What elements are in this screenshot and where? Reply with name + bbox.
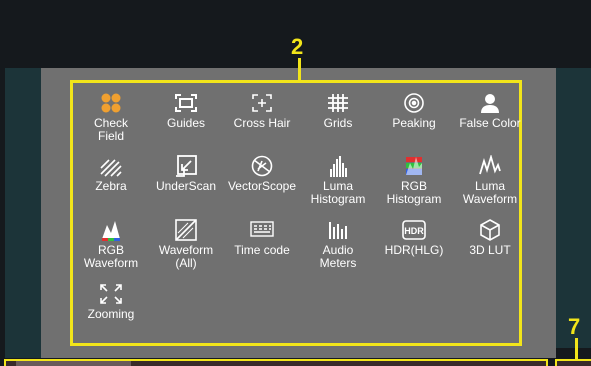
peaking-icon [401, 92, 427, 114]
waveform-all-icon [173, 219, 199, 241]
time-code-icon [249, 219, 275, 241]
menu-item-zebra[interactable]: Zebra [73, 155, 149, 193]
menu-item-label: HDR(HLG) [384, 243, 444, 257]
menu-item-luma-histogram[interactable]: Luma Histogram [300, 155, 376, 206]
menu-item-rgb-histogram[interactable]: RGB Histogram [376, 155, 452, 206]
menu-item-label: Luma Waveform [462, 179, 518, 206]
menu-item-peaking[interactable]: Peaking [376, 92, 452, 130]
menu-item-label: RGB Histogram [386, 179, 442, 206]
menu-item-time-code[interactable]: Time code [224, 219, 300, 257]
callout-number-7: 7 [568, 314, 581, 339]
background-video-right [556, 68, 591, 348]
underscan-icon [173, 155, 199, 177]
menu-item-label: Check Field [93, 116, 128, 143]
menu-item-waveform-all[interactable]: Waveform (All) [148, 219, 224, 270]
menu-item-3d-lut[interactable]: 3D LUT [452, 219, 528, 257]
menu-item-grids[interactable]: Grids [300, 92, 376, 130]
svg-text:HDR: HDR [404, 226, 424, 236]
guides-icon [173, 92, 199, 114]
menu-item-label: Zebra [95, 179, 127, 193]
menu-item-label: VectorScope [227, 179, 297, 193]
menu-item-false-color[interactable]: False Color [452, 92, 528, 130]
false-color-icon [477, 92, 503, 114]
menu-item-check-field[interactable]: Check Field [73, 92, 149, 143]
rgb-histogram-icon [401, 155, 427, 177]
menu-item-label: 3D LUT [469, 243, 511, 257]
zebra-icon [98, 155, 124, 177]
luma-waveform-icon [477, 153, 503, 177]
bottom-toolbar-highlight [4, 359, 548, 366]
zooming-icon [98, 283, 124, 305]
rgb-waveform-icon [98, 219, 124, 241]
menu-item-label: False Color [459, 116, 521, 130]
menu-item-cross-hair[interactable]: Cross Hair [224, 92, 300, 130]
menu-item-label: Guides [166, 116, 206, 130]
side-toolbar-highlight [555, 359, 591, 366]
background-video-left [5, 68, 41, 358]
menu-item-luma-waveform[interactable]: Luma Waveform [452, 153, 528, 206]
callout-line-7 [575, 338, 578, 360]
check-field-icon [98, 92, 124, 114]
menu-item-underscan[interactable]: UnderScan [148, 155, 224, 193]
3d-lut-icon [477, 219, 503, 241]
hdr-hlg-icon: HDR [401, 219, 427, 241]
grids-icon [325, 92, 351, 114]
callout-number-2: 2 [291, 34, 304, 59]
menu-item-label: Waveform (All) [158, 243, 214, 270]
menu-item-label: Luma Histogram [310, 179, 366, 206]
menu-item-label: Peaking [392, 116, 436, 130]
vectorscope-icon [249, 155, 275, 177]
menu-item-audio-meters[interactable]: Audio Meters [300, 219, 376, 270]
menu-item-zooming[interactable]: Zooming [73, 283, 149, 321]
menu-item-label: Zooming [87, 307, 135, 321]
menu-item-guides[interactable]: Guides [148, 92, 224, 130]
callout-line-2 [298, 58, 301, 80]
menu-item-rgb-waveform[interactable]: RGB Waveform [73, 219, 149, 270]
menu-item-label: Cross Hair [233, 116, 291, 130]
menu-item-label: UnderScan [155, 179, 217, 193]
cross-hair-icon [249, 92, 275, 114]
menu-item-vectorscope[interactable]: VectorScope [224, 155, 300, 193]
menu-item-label: Audio Meters [319, 243, 357, 270]
audio-meters-icon [325, 219, 351, 241]
menu-item-hdr-hlg[interactable]: HDR HDR(HLG) [376, 219, 452, 257]
menu-item-label: RGB Waveform [83, 243, 139, 270]
luma-histogram-icon [325, 155, 351, 177]
menu-item-label: Time code [234, 243, 290, 257]
menu-item-label: Grids [323, 116, 353, 130]
